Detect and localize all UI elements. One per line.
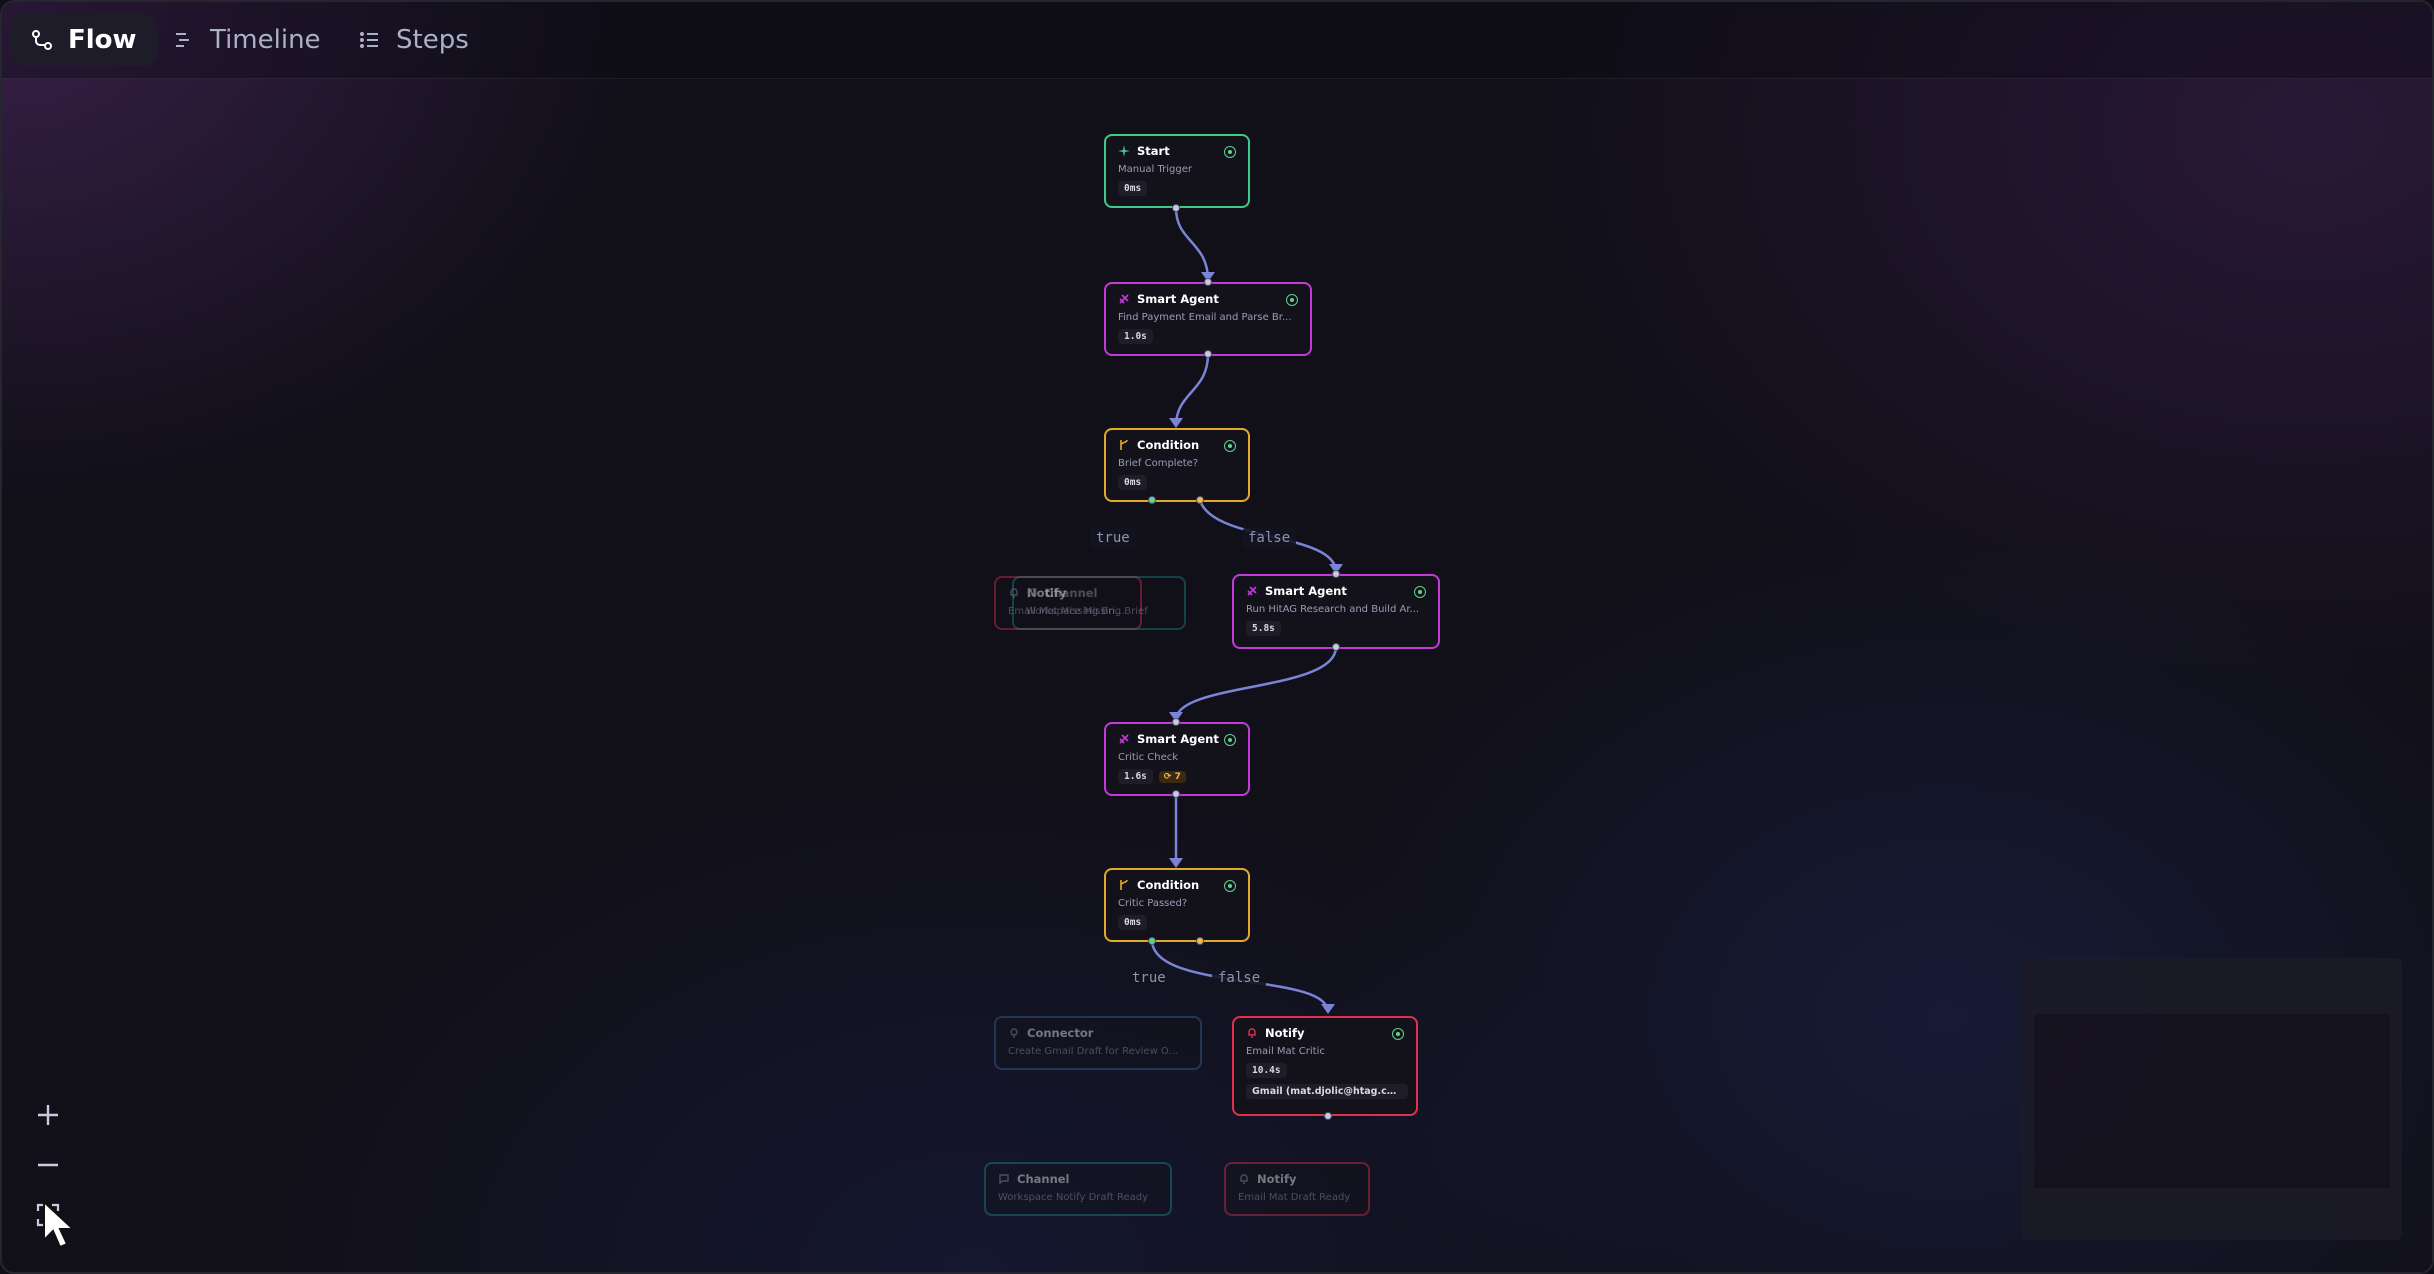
edge-label-cond2-false: false xyxy=(1212,968,1267,988)
success-check-icon xyxy=(1224,880,1236,892)
node-connector-type: Connector xyxy=(1027,1026,1094,1040)
node-agent1-duration: 1.0s xyxy=(1118,329,1153,344)
app-frame: Flow Timeline Steps true false true fals… xyxy=(0,0,2434,1274)
node-agent2-subtitle: Run HitAG Research and Build Ar... xyxy=(1246,604,1420,615)
node-condition-2[interactable]: Condition Critic Passed? 0ms xyxy=(1104,868,1250,942)
edge-agent1-cond1 xyxy=(1174,353,1210,427)
port-true[interactable] xyxy=(1148,937,1156,945)
arrow-cond1 xyxy=(1169,418,1183,428)
port-true[interactable] xyxy=(1148,496,1156,504)
node-connector[interactable]: Connector Create Gmail Draft for Review … xyxy=(994,1016,1202,1070)
edge-label-cond1-false: false xyxy=(1242,528,1297,548)
port-out[interactable] xyxy=(1172,204,1180,212)
node-notify-type: Notify xyxy=(1265,1026,1305,1040)
node-agent3-duration: 1.6s xyxy=(1118,769,1153,784)
node-notify-detail: Gmail (mat.djolic@htag.com... xyxy=(1246,1084,1408,1099)
node-start-subtitle: Manual Trigger xyxy=(1118,164,1193,175)
agent-icon xyxy=(1119,294,1129,304)
node-channel-missing[interactable]: Channel Workspace Missing Brief xyxy=(1012,576,1186,630)
node-channel2-type: Channel xyxy=(1017,1172,1070,1186)
branch-icon xyxy=(1120,879,1128,890)
retry-badge-count: 7 xyxy=(1174,772,1181,782)
port-in[interactable] xyxy=(1332,570,1340,578)
node-agent2-type: Smart Agent xyxy=(1265,584,1347,598)
port-out[interactable] xyxy=(1332,643,1340,651)
minimap[interactable] xyxy=(2022,958,2402,1240)
node-channel-dim-subtitle: Workspace Missing Brief xyxy=(1026,606,1148,617)
agent-icon xyxy=(1247,586,1257,596)
node-channel-dim-type: Channel xyxy=(1045,586,1098,600)
edge-start-agent1 xyxy=(1174,207,1210,281)
node-agent3-type: Smart Agent xyxy=(1137,732,1219,746)
node-channel2-subtitle: Workspace Notify Draft Ready xyxy=(998,1192,1149,1203)
node-condition-1[interactable]: Condition Brief Complete? 0ms xyxy=(1104,428,1250,502)
node-notify3-subtitle: Email Mat Draft Ready xyxy=(1238,1192,1351,1203)
zoom-in-button[interactable] xyxy=(22,1092,74,1138)
node-start[interactable]: Start Manual Trigger 0ms xyxy=(1104,134,1250,208)
arrow-cond2 xyxy=(1169,858,1183,868)
port-out[interactable] xyxy=(1172,790,1180,798)
bell-icon xyxy=(1248,1028,1256,1038)
node-start-type: Start xyxy=(1137,144,1170,158)
node-notify-subtitle: Email Mat Critic xyxy=(1246,1046,1325,1057)
zoom-out-button[interactable] xyxy=(22,1142,74,1188)
node-smart-agent-3[interactable]: Smart Agent Critic Check 1.6s ⟳ 7 xyxy=(1104,722,1250,796)
node-notify-draft-ready[interactable]: Notify Email Mat Draft Ready xyxy=(1224,1162,1370,1216)
port-false[interactable] xyxy=(1196,937,1204,945)
node-smart-agent-2[interactable]: Smart Agent Run HitAG Research and Build… xyxy=(1232,574,1440,649)
node-cond2-type: Condition xyxy=(1137,878,1200,892)
port-in[interactable] xyxy=(1172,718,1180,726)
node-notify-critic[interactable]: Notify Email Mat Critic 10.4s Gmail (mat… xyxy=(1232,1016,1418,1116)
node-notify-duration: 10.4s xyxy=(1246,1063,1287,1078)
node-notify3-type: Notify xyxy=(1257,1172,1297,1186)
success-check-icon xyxy=(1392,1028,1404,1040)
edge-agent2-agent3 xyxy=(1174,646,1338,721)
success-check-icon xyxy=(1414,586,1426,598)
bell-icon xyxy=(1240,1174,1248,1184)
node-smart-agent-1[interactable]: Smart Agent Find Payment Email and Parse… xyxy=(1104,282,1312,356)
node-channel-draft-ready[interactable]: Channel Workspace Notify Draft Ready xyxy=(984,1162,1172,1216)
node-agent1-type: Smart Agent xyxy=(1137,292,1219,306)
node-cond1-duration: 0ms xyxy=(1118,475,1148,490)
node-agent1-subtitle: Find Payment Email and Parse Br... xyxy=(1118,312,1292,323)
branch-icon xyxy=(1120,439,1128,450)
edge-label-cond1-true: true xyxy=(1090,528,1136,548)
port-in[interactable] xyxy=(1204,278,1212,286)
success-check-icon xyxy=(1224,146,1236,158)
minimap-viewport[interactable] xyxy=(2034,1014,2390,1188)
mouse-cursor-icon xyxy=(43,1200,76,1249)
connector-icon xyxy=(1010,1028,1018,1038)
node-cond2-duration: 0ms xyxy=(1118,915,1148,930)
node-cond1-type: Condition xyxy=(1137,438,1200,452)
channel-icon xyxy=(999,1174,1009,1185)
node-start-duration: 0ms xyxy=(1118,181,1148,196)
success-check-icon xyxy=(1224,734,1236,746)
node-agent2-duration: 5.8s xyxy=(1246,621,1281,636)
minus-icon xyxy=(38,1163,58,1167)
channel-icon xyxy=(1027,588,1037,599)
node-cond2-subtitle: Critic Passed? xyxy=(1118,898,1188,909)
port-out[interactable] xyxy=(1324,1112,1332,1120)
retry-badge: ⟳ 7 xyxy=(1158,771,1186,783)
node-connector-subtitle: Create Gmail Draft for Review O... xyxy=(1008,1046,1178,1057)
plus-icon xyxy=(38,1105,58,1125)
success-check-icon xyxy=(1224,440,1236,452)
success-check-icon xyxy=(1286,294,1298,306)
sparkle-icon xyxy=(1118,145,1130,157)
node-agent3-subtitle: Critic Check xyxy=(1118,752,1179,763)
port-false[interactable] xyxy=(1196,496,1204,504)
agent-icon xyxy=(1119,734,1129,744)
port-out[interactable] xyxy=(1204,350,1212,358)
arrow-notify xyxy=(1321,1004,1335,1014)
node-cond1-subtitle: Brief Complete? xyxy=(1118,458,1199,469)
edge-label-cond2-true: true xyxy=(1126,968,1172,988)
